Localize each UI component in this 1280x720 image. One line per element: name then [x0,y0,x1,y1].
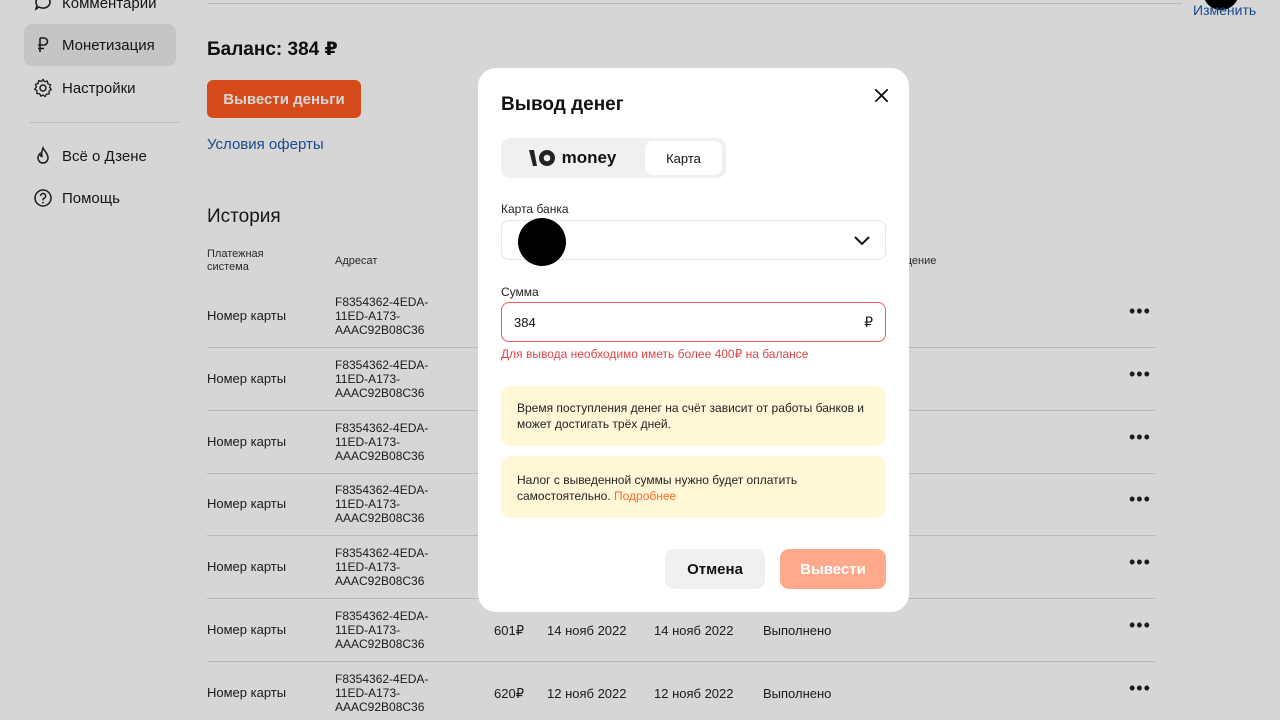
card-avatar [518,218,566,266]
bank-card-label: Карта банка [501,202,569,216]
amount-input[interactable] [514,314,834,330]
modal-title: Вывод денег [501,94,624,115]
currency-symbol: ₽ [864,314,873,330]
info-box-tax: Налог с выведенной суммы нужно будет опл… [501,456,886,518]
close-icon [874,88,888,102]
info-timing-text: Время поступления денег на счёт зависит … [517,401,864,431]
tax-more-link[interactable]: Подробнее [614,489,676,503]
close-button[interactable] [870,84,892,106]
bank-card-select[interactable] [501,218,886,266]
submit-withdraw-button[interactable]: Вывести [780,549,886,589]
info-box-timing: Время поступления денег на счёт зависит … [501,386,886,446]
amount-error-text: Для вывода необходимо иметь более 400₽ н… [501,347,809,361]
yoomoney-logo-icon [528,148,556,168]
tab-card[interactable]: Карта [645,141,722,175]
payment-method-switch: money Карта [501,138,726,178]
amount-field-wrapper: ₽ [501,302,886,342]
amount-label: Сумма [501,285,539,299]
tab-yoomoney-label: money [561,148,617,167]
tab-yoomoney[interactable]: money [505,142,639,174]
withdraw-modal: Вывод денег money Карта Карта банка Сумм… [478,68,909,612]
chevron-down-icon [854,236,870,246]
cancel-button[interactable]: Отмена [665,549,765,589]
